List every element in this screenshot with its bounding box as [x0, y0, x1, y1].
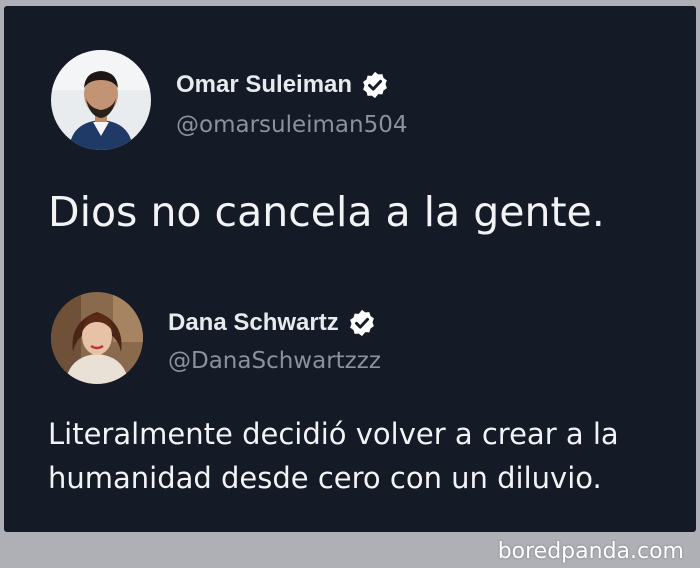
tweet-text-dana-line2: humanidad desde cero con un diluvio.	[48, 461, 602, 495]
watermark: boredpanda.com	[497, 539, 684, 564]
verified-badge-icon	[360, 70, 390, 100]
tweet-text-omar: Dios no cancela a la gente.	[48, 188, 605, 236]
username-omar[interactable]: @omarsuleiman504	[176, 112, 408, 138]
display-name-text: Dana Schwartz	[168, 309, 339, 336]
username-dana[interactable]: @DanaSchwartzzz	[168, 348, 381, 374]
verified-badge-icon	[347, 308, 377, 338]
tweet-card: Omar Suleiman @omarsuleiman504 Dios no c…	[4, 6, 696, 532]
tweet-text-dana-line1: Literalmente decidió volver a crear a la	[48, 417, 619, 451]
avatar-dana[interactable]	[51, 292, 143, 384]
display-name-omar[interactable]: Omar Suleiman	[176, 70, 390, 100]
display-name-text: Omar Suleiman	[176, 71, 353, 98]
display-name-dana[interactable]: Dana Schwartz	[168, 308, 377, 338]
avatar-omar[interactable]	[51, 50, 151, 150]
